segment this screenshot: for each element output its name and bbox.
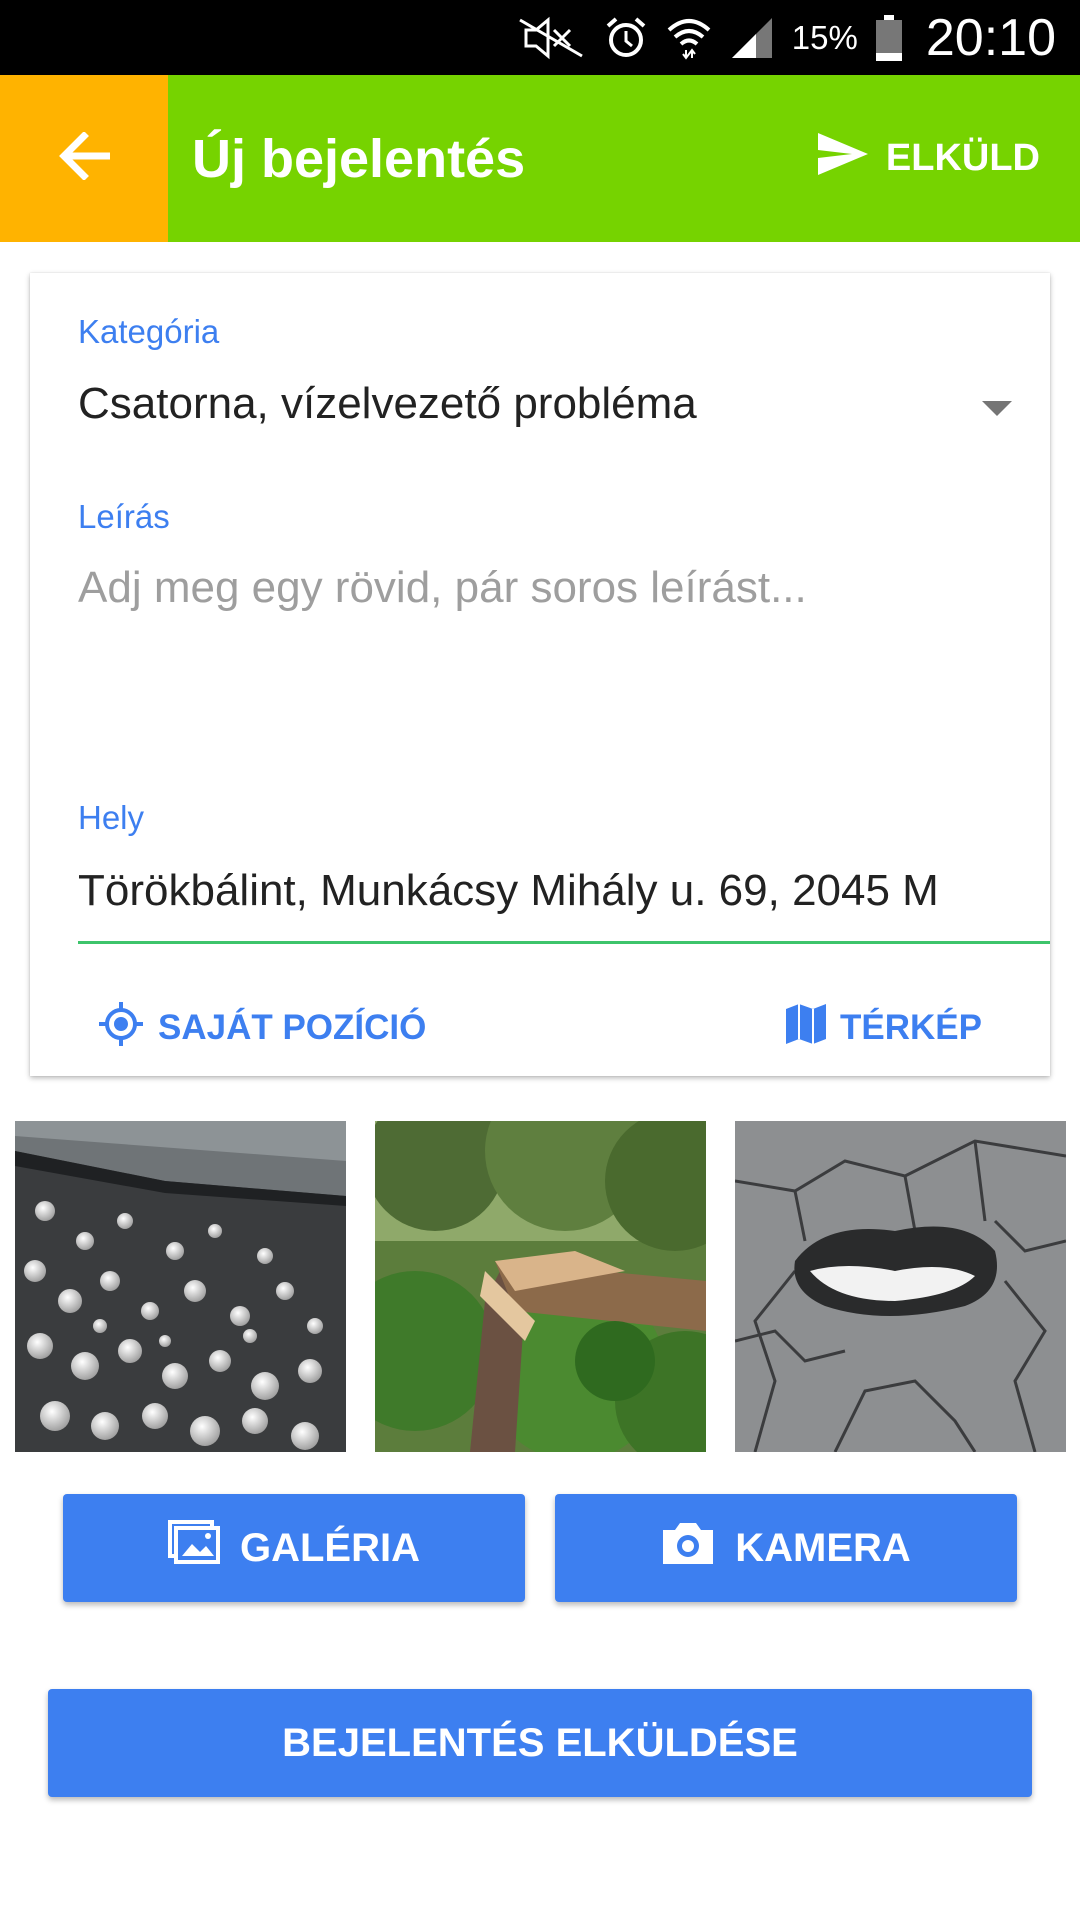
dropdown-arrow-icon[interactable] (982, 401, 1012, 416)
signal-icon (730, 16, 774, 60)
report-form-card: Kategória Csatorna, vízelvezető probléma… (30, 273, 1050, 1076)
app-bar: Új bejelentés ELKÜLD (0, 75, 1080, 242)
gallery-label: GALÉRIA (240, 1525, 420, 1570)
gallery-button[interactable]: GALÉRIA (63, 1494, 525, 1602)
app-bar-main: Új bejelentés ELKÜLD (168, 75, 1080, 242)
submit-report-button[interactable]: BEJELENTÉS ELKÜLDÉSE (48, 1689, 1032, 1797)
send-button[interactable]: ELKÜLD (817, 75, 1040, 242)
clock: 20:10 (925, 8, 1056, 67)
gallery-icon (168, 1520, 220, 1576)
location-input[interactable]: Törökbálint, Munkácsy Mihály u. 69, 2045… (78, 866, 1003, 916)
map-button[interactable]: TÉRKÉP (786, 973, 982, 1083)
own-position-label: SAJÁT POZÍCIÓ (158, 1008, 427, 1047)
page-title: Új bejelentés (192, 128, 526, 189)
camera-icon (661, 1520, 715, 1576)
status-icons: 15% 20:10 (516, 0, 1056, 75)
own-position-button[interactable]: SAJÁT POZÍCIÓ (98, 973, 426, 1083)
mute-icon (516, 16, 586, 60)
battery-icon (875, 14, 902, 61)
send-icon (817, 132, 868, 185)
map-icon (786, 1003, 827, 1054)
photo-fallen-tree[interactable] (375, 1121, 706, 1452)
location-underline (78, 941, 1050, 944)
back-button[interactable] (0, 75, 168, 242)
submit-report-label: BEJELENTÉS ELKÜLDÉSE (282, 1720, 798, 1765)
location-label: Hely (78, 799, 145, 836)
description-input[interactable]: Adj meg egy rövid, pár soros leírást... (78, 563, 1018, 753)
status-bar: 15% 20:10 (0, 0, 1080, 75)
camera-button[interactable]: KAMERA (555, 1494, 1017, 1602)
battery-percent: 15% (791, 18, 858, 56)
description-label: Leírás (78, 498, 170, 535)
alarm-icon (604, 16, 648, 60)
photo-hailstones[interactable] (15, 1121, 346, 1452)
map-label: TÉRKÉP (840, 1008, 982, 1047)
wifi-icon (666, 16, 712, 60)
camera-label: KAMERA (735, 1525, 911, 1570)
send-label: ELKÜLD (885, 137, 1040, 179)
category-select[interactable]: Csatorna, vízelvezető probléma (78, 379, 958, 429)
my-location-icon (98, 1001, 144, 1056)
photo-pothole[interactable] (735, 1121, 1066, 1452)
arrow-left-icon (58, 131, 112, 185)
category-label: Kategória (78, 313, 220, 350)
